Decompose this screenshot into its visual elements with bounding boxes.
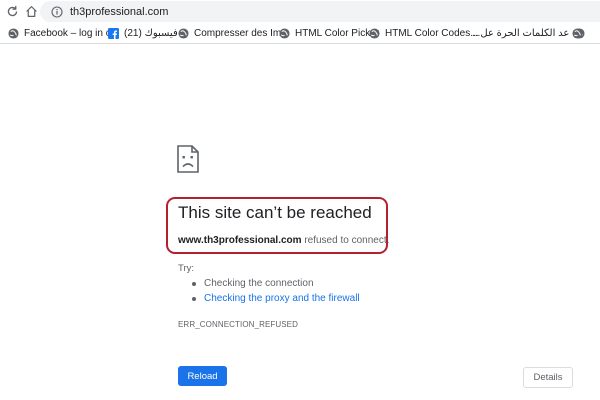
bookmarks-bar: Facebook – log in o... فيسبوك (21) Compr… <box>0 23 600 44</box>
bookmark-label: Compresser des Im... <box>194 27 290 39</box>
error-reason: refused to connect. <box>304 235 390 246</box>
globe-icon <box>572 27 583 39</box>
globe-icon <box>369 27 380 39</box>
url-text[interactable]: th3professional.com <box>70 6 168 18</box>
bookmark-label: HTML Color Picker <box>295 27 380 39</box>
bookmark-item[interactable]: عد الكلمات الحرة عل... <box>472 25 585 41</box>
bookmark-label: Facebook – log in o... <box>24 27 120 39</box>
facebook-icon <box>108 27 119 39</box>
error-domain: www.th3professional.com <box>178 235 302 246</box>
bookmark-item[interactable]: Facebook – log in o... <box>8 25 120 41</box>
bookmark-item[interactable]: HTML Color Codes... <box>369 25 479 41</box>
details-button[interactable]: Details <box>523 367 573 388</box>
try-label: Try: <box>178 263 195 274</box>
globe-icon <box>178 27 189 39</box>
globe-icon <box>8 27 19 39</box>
info-icon[interactable] <box>50 5 64 19</box>
address-bar[interactable]: th3professional.com <box>40 1 600 22</box>
suggestion-check-proxy-link[interactable]: Checking the proxy and the firewall <box>190 292 360 307</box>
bookmark-item[interactable]: فيسبوك (21) <box>108 25 178 41</box>
bookmark-item[interactable]: Compresser des Im... <box>178 25 290 41</box>
browser-window: th3professional.com Facebook – log in o.… <box>0 0 600 400</box>
bookmark-label: عد الكلمات الحرة عل... <box>472 27 570 39</box>
browser-toolbar: th3professional.com <box>0 0 600 23</box>
reload-button[interactable]: Reload <box>178 366 227 386</box>
sad-page-icon <box>177 145 199 173</box>
reload-icon[interactable] <box>4 3 20 19</box>
suggestion-list: Checking the connection Checking the pro… <box>190 277 360 307</box>
error-message: www.th3professional.com refused to conne… <box>178 235 389 246</box>
bookmark-item-overflow[interactable] <box>572 25 588 41</box>
bookmark-label: HTML Color Codes... <box>385 27 479 39</box>
home-icon[interactable] <box>23 3 39 19</box>
globe-icon <box>279 27 290 39</box>
bookmark-item[interactable]: HTML Color Picker <box>279 25 379 41</box>
bookmark-label: فيسبوك (21) <box>124 27 178 39</box>
error-code: ERR_CONNECTION_REFUSED <box>178 320 298 329</box>
error-title: This site can’t be reached <box>178 203 372 222</box>
suggestion-check-connection: Checking the connection <box>190 277 360 292</box>
